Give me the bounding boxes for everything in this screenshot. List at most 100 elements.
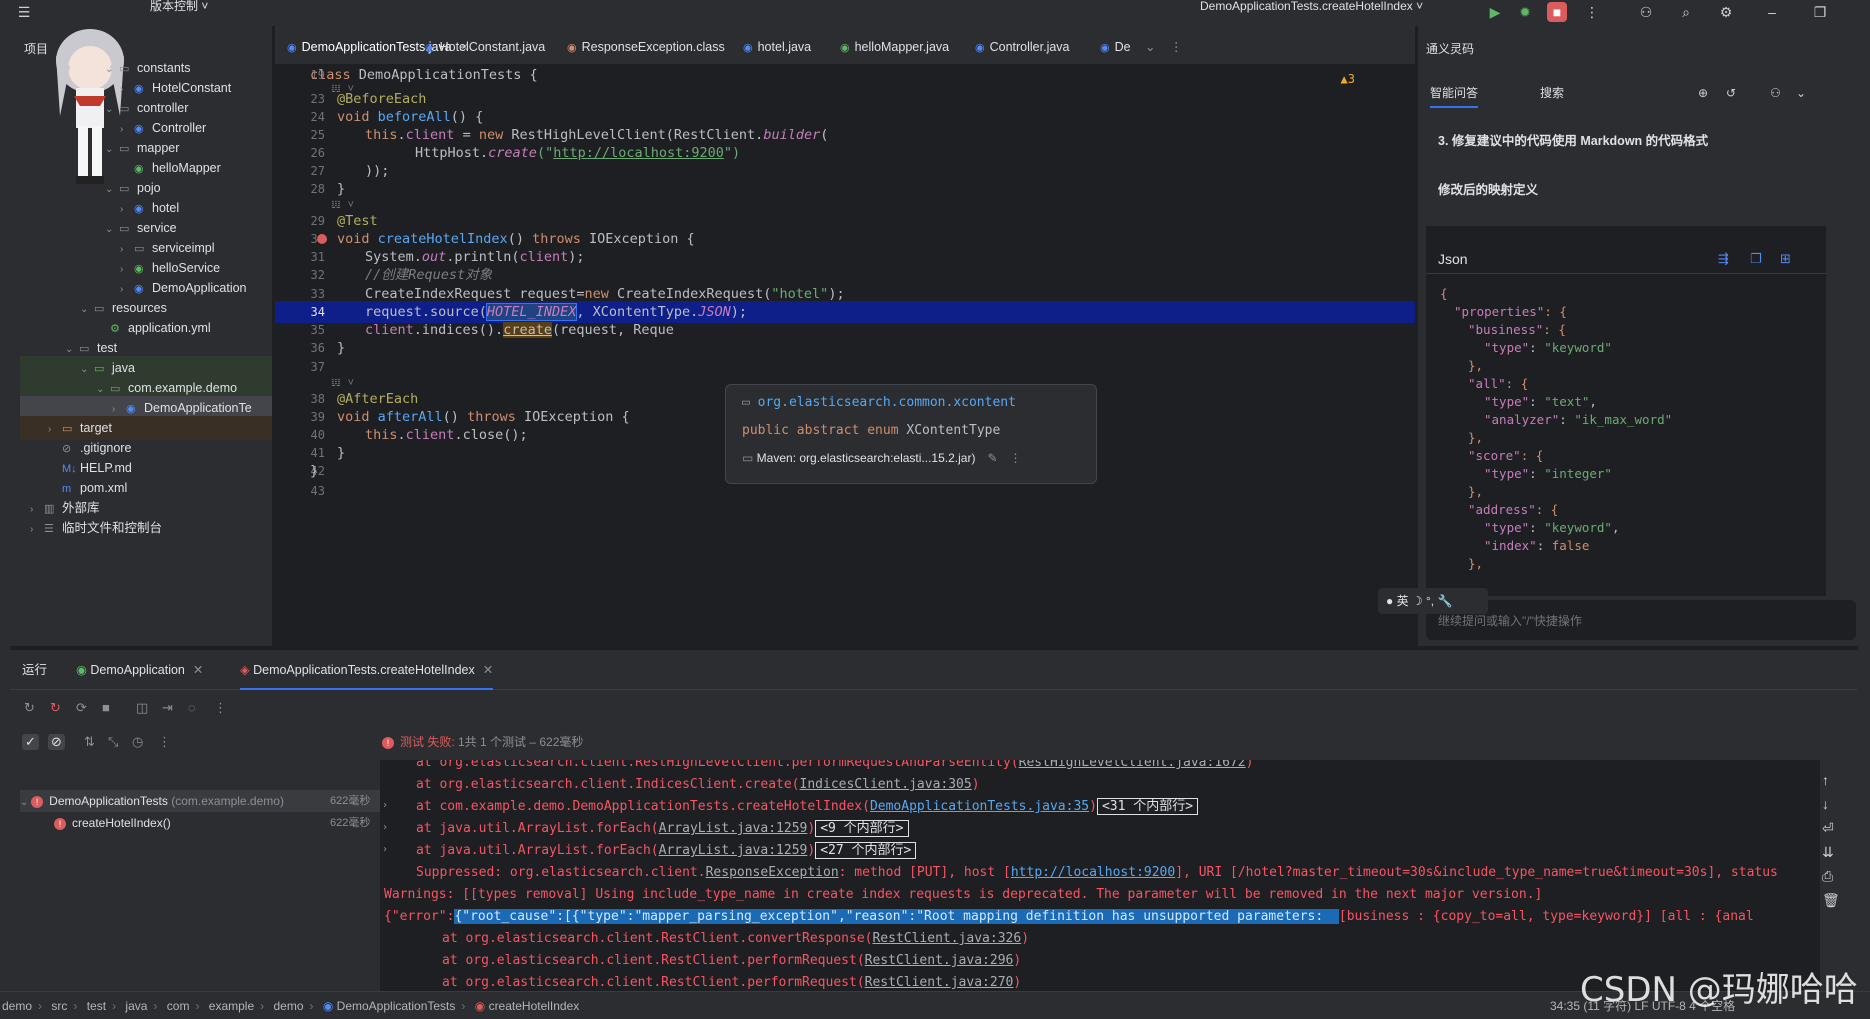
- search-icon[interactable]: ⌕: [1676, 2, 1696, 22]
- run-icon[interactable]: ▶: [1485, 2, 1505, 22]
- more-icon[interactable]: ⋮: [214, 700, 227, 716]
- tab-hellomapper[interactable]: ◉ helloMapper.java: [840, 26, 949, 68]
- arrow-down-icon[interactable]: ↓: [1822, 796, 1829, 812]
- console-output[interactable]: at org.elasticsearch.client.RestHighLeve…: [380, 760, 1820, 991]
- collapse-all-icon[interactable]: ⤡: [108, 734, 118, 750]
- tab-search[interactable]: 搜索: [1540, 78, 1564, 108]
- stop-icon[interactable]: ■: [102, 700, 110, 715]
- soft-wrap-icon[interactable]: ⏎: [1822, 820, 1834, 837]
- tree-item-target[interactable]: › ▭ target: [20, 416, 272, 440]
- test-row-class[interactable]: ⌄ ! DemoApplicationTests (com.example.dem…: [20, 790, 380, 812]
- console-line: at java.util.ArrayList.forEach(ArrayList…: [416, 840, 917, 862]
- breadcrumb-item[interactable]: example: [209, 999, 254, 1013]
- minimize-icon[interactable]: –: [1762, 2, 1782, 22]
- tab-responseexception[interactable]: ◉ ResponseException.class: [567, 26, 725, 68]
- scroll-to-end-icon[interactable]: ⇊: [1822, 844, 1834, 861]
- breadcrumb-item[interactable]: test: [87, 999, 106, 1013]
- test-failed-gutter-icon[interactable]: [317, 234, 327, 244]
- json-line: "type": "integer": [1484, 466, 1612, 481]
- breadcrumb-item[interactable]: demo: [273, 999, 303, 1013]
- rerun-failed-icon[interactable]: ↻: [50, 700, 61, 716]
- tab-controller[interactable]: ◉ Controller.java: [975, 26, 1070, 68]
- folded-lines-badge[interactable]: <9 个内部行>: [815, 820, 909, 837]
- tab-more-options-icon[interactable]: ⋮: [1170, 26, 1183, 68]
- print-icon[interactable]: ⎙: [1822, 868, 1833, 885]
- coverage-icon[interactable]: ◌: [188, 700, 196, 715]
- ime-status-toolbar[interactable]: ● 英 ☽ °, 🔧: [1378, 588, 1488, 614]
- chevron-right-icon[interactable]: ›: [382, 800, 388, 811]
- json-line: "properties": {: [1454, 304, 1567, 319]
- toggle-auto-test-icon[interactable]: ⟳: [76, 700, 87, 716]
- code-language-label: Json: [1438, 251, 1468, 267]
- tab-hotelconstant[interactable]: ◉ HotelConstant.java: [425, 26, 545, 68]
- chevron-right-icon[interactable]: ›: [382, 844, 388, 855]
- code-editor[interactable]: ▲3 19 class DemoApplicationTests { 𝍕 ˅ 2…: [275, 64, 1686, 648]
- export-icon[interactable]: ⇥: [162, 700, 173, 716]
- run-tab-createhotelindex[interactable]: ◈ DemoApplicationTests.createHotelIndex ✕: [240, 650, 494, 690]
- insert-code-icon[interactable]: ⇶: [1718, 244, 1729, 274]
- tree-item-label: .gitignore: [80, 441, 132, 455]
- copy-icon[interactable]: ❐: [1750, 244, 1762, 274]
- new-chat-icon[interactable]: ⊕: [1698, 78, 1708, 108]
- edit-pencil-icon[interactable]: ✎: [987, 451, 997, 465]
- debug-icon[interactable]: ✹: [1515, 2, 1535, 22]
- popup-package[interactable]: ▭ org.elasticsearch.common.xcontent: [742, 395, 1080, 419]
- tab-more[interactable]: ◉ De: [1100, 26, 1131, 68]
- stop-icon[interactable]: ■: [1547, 2, 1567, 22]
- trash-icon[interactable]: 🗑: [1822, 892, 1840, 909]
- breadcrumb-item[interactable]: java: [125, 999, 147, 1013]
- add-user-icon[interactable]: ⚇: [1636, 2, 1656, 22]
- restore-icon[interactable]: ❐: [1810, 2, 1830, 22]
- rerun-icon[interactable]: ↻: [24, 700, 35, 716]
- folded-lines-badge[interactable]: <27 个内部行>: [815, 842, 917, 859]
- test-row-method[interactable]: ! createHotelIndex() 622毫秒: [54, 812, 380, 834]
- warnings-indicator[interactable]: ▲3: [1341, 72, 1355, 86]
- breadcrumb-item[interactable]: demo: [2, 999, 32, 1013]
- run-tab-demoapplication[interactable]: ◉ DemoApplication ✕: [76, 650, 203, 690]
- breadcrumb-item[interactable]: createHotelIndex: [489, 999, 580, 1013]
- tab-hotel[interactable]: ◉ hotel.java: [743, 26, 811, 68]
- console-line: at org.elasticsearch.client.RestClient.p…: [442, 953, 1022, 968]
- sort-icon[interactable]: ⇅: [84, 734, 95, 750]
- vcs-menu[interactable]: 版本控制 ˅: [150, 0, 208, 12]
- tree-item-label: com.example.demo: [128, 381, 238, 395]
- folded-lines-badge[interactable]: <31 个内部行>: [1096, 798, 1199, 815]
- history-icon[interactable]: ↺: [1726, 78, 1736, 108]
- more-icon[interactable]: ⋮: [1582, 2, 1602, 22]
- settings-gear-icon[interactable]: ⚙: [1716, 2, 1736, 22]
- run-configuration-selector[interactable]: DemoApplicationTests.createHotelIndex ˅: [1200, 0, 1423, 12]
- class-icon: ◉: [322, 999, 337, 1013]
- tree-item-application-yml[interactable]: ⚙ application.yml: [110, 316, 211, 340]
- breadcrumb-item[interactable]: com: [167, 999, 190, 1013]
- show-ignored-icon[interactable]: ⊘: [48, 734, 65, 750]
- compiled-class-icon: ◉: [567, 42, 577, 54]
- ai-chat-input[interactable]: 继续提问或输入"/"快捷操作: [1426, 600, 1856, 640]
- tree-item-label: Controller: [152, 121, 207, 135]
- user-icon[interactable]: ⚇: [1770, 78, 1781, 108]
- tree-item-scratches[interactable]: › ☰ 临时文件和控制台: [30, 516, 162, 540]
- chevron-down-icon: ⌄: [80, 304, 89, 315]
- screenshot-icon[interactable]: ◫: [136, 700, 148, 716]
- tab-smart-qa[interactable]: 智能问答: [1430, 78, 1479, 108]
- show-passed-icon[interactable]: ✓: [22, 734, 39, 750]
- breadcrumb-item[interactable]: DemoApplicationTests: [337, 999, 456, 1013]
- tree-item-label: hotel: [152, 201, 180, 215]
- tab-label: helloMapper.java: [854, 40, 950, 54]
- hamburger-menu-icon[interactable]: ☰: [14, 2, 34, 22]
- more-icon[interactable]: ⋮: [1010, 451, 1022, 465]
- tab-list-chevron-down-icon[interactable]: ⌄: [1145, 26, 1155, 68]
- close-icon[interactable]: ✕: [483, 663, 493, 677]
- chevron-down-icon[interactable]: ⌄: [1796, 78, 1806, 108]
- close-icon[interactable]: ✕: [193, 663, 203, 677]
- history-icon[interactable]: ◷: [132, 734, 143, 750]
- new-file-icon[interactable]: ⊞: [1780, 244, 1791, 274]
- run-tab-label: DemoApplicationTests.createHotelIndex: [253, 663, 475, 677]
- more-icon[interactable]: ⋮: [158, 734, 171, 750]
- json-line: "business": {: [1468, 322, 1566, 337]
- arrow-up-icon[interactable]: ↑: [1822, 772, 1829, 788]
- interface-icon: ◉: [840, 42, 850, 54]
- breadcrumb-item[interactable]: src: [51, 999, 67, 1013]
- quick-documentation-popup[interactable]: ▭ org.elasticsearch.common.xcontent publ…: [725, 384, 1097, 484]
- chevron-right-icon[interactable]: ›: [382, 822, 388, 833]
- tree-item-label: pom.xml: [80, 481, 128, 495]
